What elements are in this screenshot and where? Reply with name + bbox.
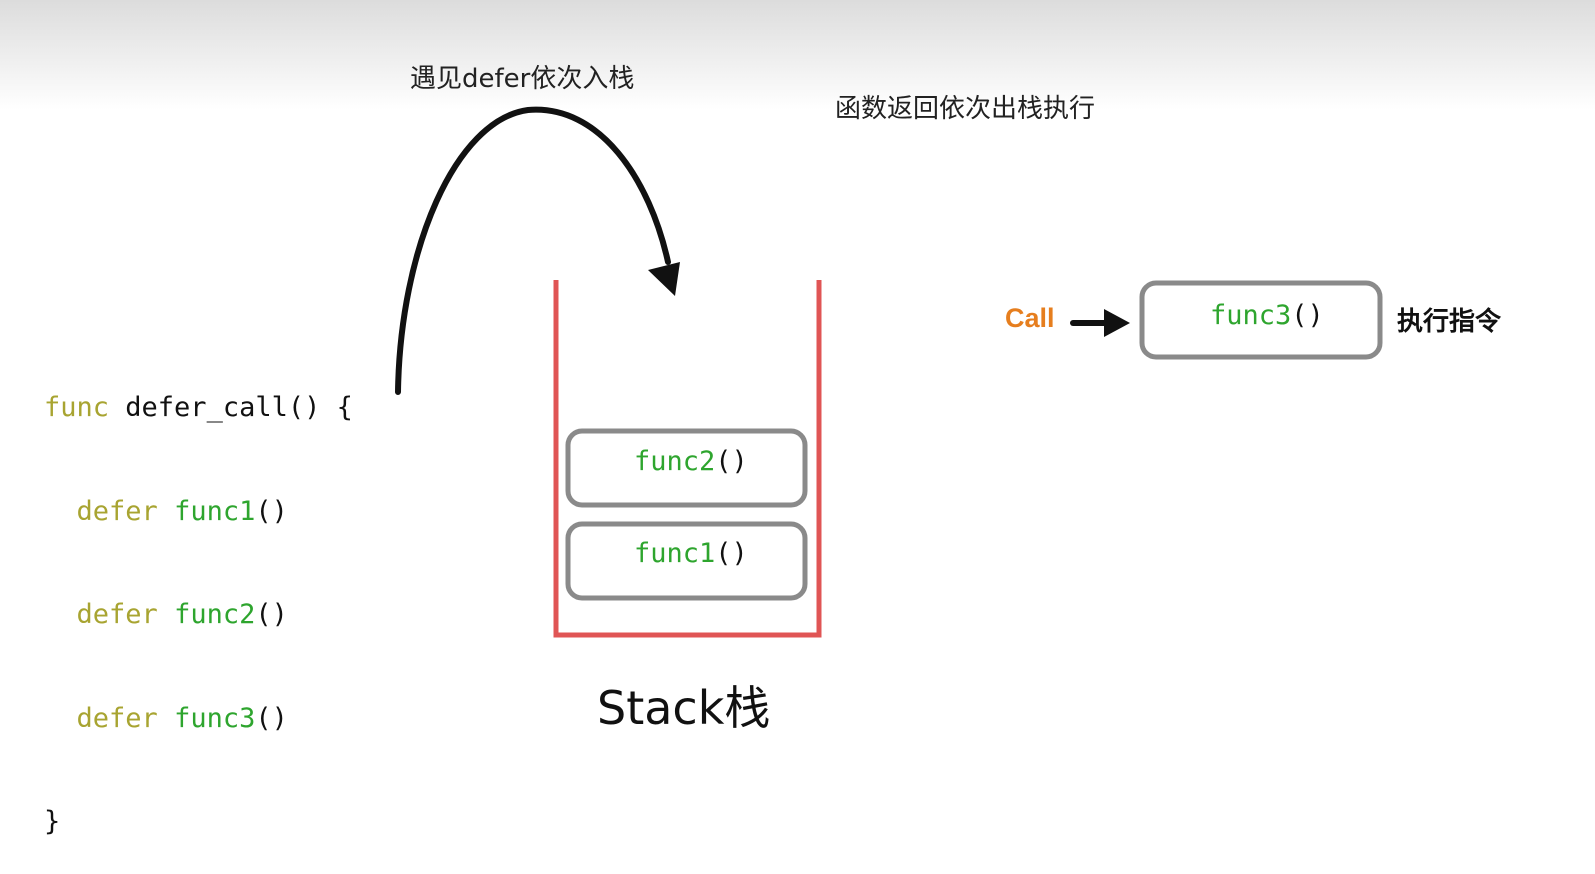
stack-label: Stack栈 <box>597 681 771 735</box>
code-line-5: } <box>44 806 61 837</box>
stack-frame-func1: func1() <box>634 538 748 569</box>
code-function: func2 <box>174 599 256 630</box>
code-paren: () <box>255 495 288 527</box>
code-line-2: defer func1() <box>44 495 353 530</box>
code-line-4: defer func3() <box>44 702 353 737</box>
frame-paren: () <box>1291 300 1324 331</box>
code-line-1: func defer_call() { <box>44 391 353 426</box>
call-arrow-head <box>1104 309 1130 337</box>
code-keyword: defer <box>76 599 158 630</box>
code-function: func3 <box>174 702 256 734</box>
push-arrow-curve <box>395 106 671 395</box>
code-paren: () <box>255 702 288 734</box>
code-keyword: defer <box>76 702 158 734</box>
frame-paren: () <box>715 446 748 477</box>
frame-paren: () <box>715 538 748 569</box>
stack-frame-func2: func2() <box>634 446 748 477</box>
code-text: defer_call() { <box>109 392 353 423</box>
exec-frame-func3: func3() <box>1210 300 1324 331</box>
exec-label: 执行指令 <box>1397 307 1502 337</box>
code-block: func defer_call() { defer func1() defer … <box>44 322 353 874</box>
code-keyword: defer <box>76 495 158 527</box>
frame-function: func3 <box>1210 300 1292 331</box>
frame-function: func2 <box>634 446 716 477</box>
code-paren: () <box>255 599 288 630</box>
code-line-3: defer func2() <box>44 598 353 633</box>
frame-function: func1 <box>634 538 716 569</box>
code-function: func1 <box>174 495 256 527</box>
push-arrow-head <box>648 262 680 296</box>
call-label: Call <box>1005 303 1055 333</box>
code-keyword: func <box>44 392 110 423</box>
